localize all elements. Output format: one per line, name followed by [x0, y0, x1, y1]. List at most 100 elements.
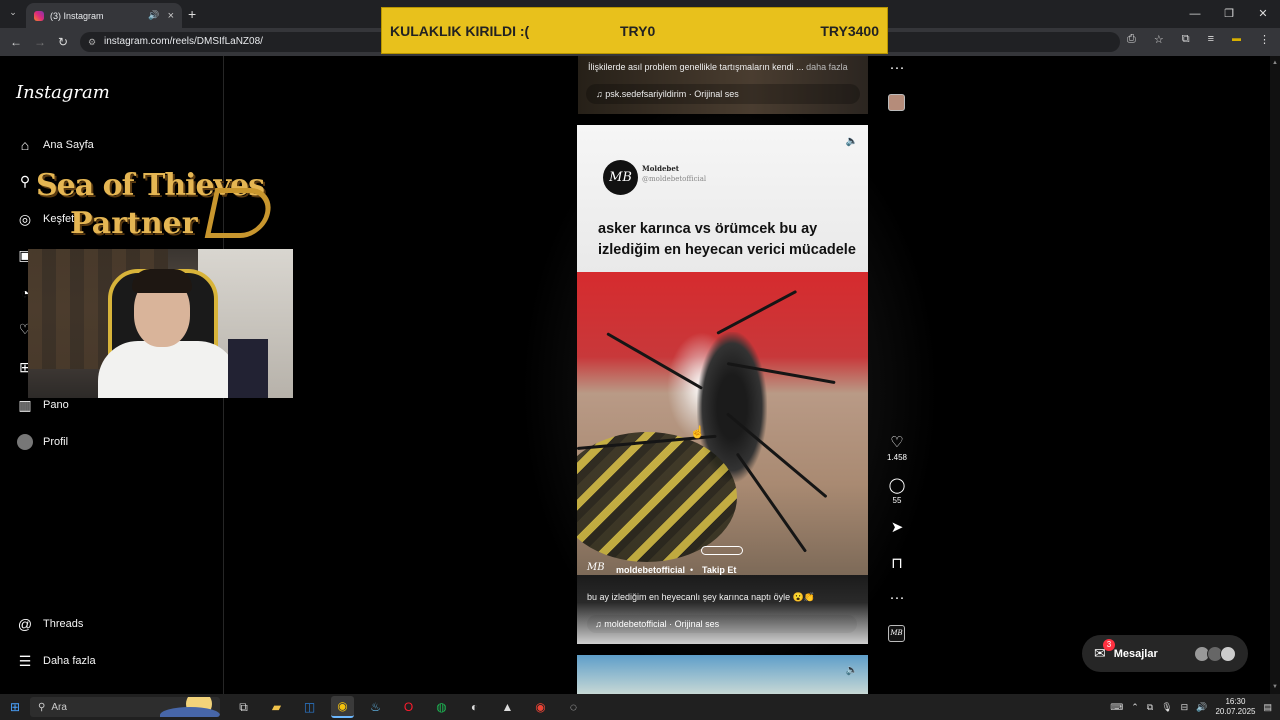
send-icon: ➤: [890, 519, 904, 536]
sidebar-item-dashboard[interactable]: ▥ Pano: [16, 396, 69, 414]
dashboard-icon: ▥: [18, 396, 32, 413]
messages-button[interactable]: ✉ 3 Mesajlar: [1082, 635, 1248, 672]
taskbar-search[interactable]: ⚲ Ara: [30, 697, 220, 717]
video-leg: [716, 289, 798, 335]
close-tab-icon[interactable]: ×: [168, 10, 174, 22]
file-explorer-icon[interactable]: ▰: [265, 696, 288, 718]
more-link[interactable]: daha fazla: [806, 62, 848, 72]
donation-amount-left: TRY0: [620, 22, 656, 39]
playback-indicator[interactable]: [701, 546, 743, 555]
follow-button[interactable]: Takip Et: [702, 565, 736, 575]
mouse-cursor-icon: ☝: [690, 425, 705, 439]
task-view-icon[interactable]: ⧉: [232, 696, 255, 718]
avatar: [17, 434, 33, 450]
sidebar-item-home[interactable]: ⌂ Ana Sayfa: [16, 136, 94, 154]
browser-tab[interactable]: (3) Instagram 🔊 ×: [26, 3, 182, 28]
install-app-icon[interactable]: ⎙: [1127, 33, 1136, 46]
keyboard-icon[interactable]: ⌨: [1110, 702, 1123, 713]
forward-icon[interactable]: →: [34, 35, 46, 49]
comment-button[interactable]: ◯ 55: [882, 477, 912, 506]
bookmark-star-icon[interactable]: ☆: [1154, 33, 1164, 46]
comment-icon: ◯: [888, 477, 906, 494]
donation-message: KULAKLIK KIRILDI :(: [390, 22, 530, 39]
bookmark-icon: ⊓: [891, 555, 903, 572]
messenger-icon: ✉ 3: [1094, 639, 1115, 662]
obs-icon[interactable]: ◐: [463, 696, 486, 718]
partner-logo-line2: Partner: [70, 206, 198, 241]
taskbar-search-placeholder: Ara: [51, 701, 67, 713]
next-volume-icon[interactable]: 🔈: [846, 665, 858, 676]
tab-list-icon[interactable]: ⌄: [6, 7, 20, 21]
notifications-icon[interactable]: ▤: [1263, 702, 1272, 713]
menu-icon: ☰: [18, 652, 32, 669]
reel-caption[interactable]: bu ay izlediğim en heyecanlı şey karınca…: [587, 592, 815, 603]
opera-icon[interactable]: O: [397, 696, 420, 718]
back-icon[interactable]: ←: [10, 35, 22, 49]
more-icon: ···: [889, 589, 905, 606]
clock-time: 16:30: [1225, 697, 1246, 706]
threads-icon: @: [17, 616, 33, 632]
reel-author-username[interactable]: moldebetofficial: [616, 565, 685, 575]
extensions-icon[interactable]: ⧉: [1182, 33, 1190, 46]
outlook-icon[interactable]: ◫: [298, 696, 321, 718]
next-reel[interactable]: 🔈: [577, 655, 868, 694]
scroll-up-icon[interactable]: ▲: [1272, 60, 1278, 66]
more-icon: ···: [889, 59, 905, 76]
reel-author-avatar[interactable]: MB: [587, 562, 607, 578]
chrome-profile-icon[interactable]: ◉: [529, 696, 552, 718]
steam-icon[interactable]: ♨: [364, 696, 387, 718]
chrome-icon[interactable]: ◉: [331, 696, 354, 718]
page-scrollbar[interactable]: ▲ ▼: [1270, 56, 1280, 694]
windows-start-icon[interactable]: ⊞: [0, 700, 30, 714]
extension-badge-icon[interactable]: ▬: [1232, 33, 1241, 46]
reel-audio[interactable]: ♫ moldebetofficial · Orijinal ses: [595, 619, 719, 629]
previous-reel-audio[interactable]: ♫ psk.sedefsariyildirim · Orijinal ses: [596, 89, 739, 99]
browser-menu-icon[interactable]: ⋮: [1259, 33, 1270, 46]
sidebar-item-threads[interactable]: @ Threads: [16, 615, 83, 633]
reel-source-avatar: MB: [603, 160, 638, 195]
spotify-icon[interactable]: ◍: [430, 696, 453, 718]
reload-icon[interactable]: ↻: [58, 35, 68, 49]
reel-audio-text: moldebetofficial · Orijinal ses: [604, 619, 720, 629]
share-button[interactable]: ➤: [882, 520, 912, 536]
app-icon[interactable]: ▲: [496, 696, 519, 718]
sidebar-item-more[interactable]: ☰ Daha fazla: [16, 652, 96, 670]
speaker-icon[interactable]: 🔊: [1196, 702, 1207, 713]
save-button[interactable]: ⊓: [882, 556, 912, 572]
prev-more-button[interactable]: ···: [882, 60, 912, 76]
sidebar-item-profile[interactable]: Profil: [16, 433, 68, 451]
volume-icon[interactable]: 🔈: [846, 136, 858, 147]
site-info-icon[interactable]: ⚙: [88, 32, 96, 52]
app-icon-2[interactable]: ◌: [562, 696, 585, 718]
like-button[interactable]: ♡ 1.458: [882, 435, 912, 463]
search-highlight-hill: [160, 707, 220, 717]
toolbar-actions: ⎙ ☆ ⧉ ≡ ▬ ⋮: [1127, 33, 1270, 46]
tray-app-icon[interactable]: ⧉: [1147, 702, 1153, 713]
instagram-logo[interactable]: Instagram: [16, 82, 110, 103]
scroll-down-icon[interactable]: ▼: [1272, 684, 1278, 690]
tab-audio-icon[interactable]: 🔊: [148, 10, 159, 21]
tray-expand-icon[interactable]: ⌃: [1131, 702, 1139, 713]
home-icon: ⌂: [20, 137, 30, 153]
previous-reel[interactable]: İlişkilerde asıl problem genellikle tart…: [578, 56, 868, 114]
sidebar-item-label: Ana Sayfa: [43, 139, 94, 151]
reel-video[interactable]: MB Moldebet @moldebetofficial asker karı…: [577, 125, 868, 644]
reel-source-handle: @moldebetofficial: [642, 175, 707, 183]
new-tab-button[interactable]: +: [188, 6, 196, 22]
clock[interactable]: 16:30 20.07.2025: [1215, 697, 1255, 717]
streamer-body: [98, 341, 238, 398]
network-icon[interactable]: ⊟: [1181, 702, 1189, 713]
clock-date: 20.07.2025: [1215, 707, 1256, 716]
microphone-icon[interactable]: 🎙: [1161, 702, 1172, 713]
audio-thumbnail[interactable]: MB: [888, 625, 905, 642]
reel-headline: asker karınca vs örümcek bu ay izlediğim…: [598, 221, 856, 258]
donation-banner: KULAKLIK KIRILDI :( TRY0 TRY3400: [381, 7, 888, 54]
restore-button[interactable]: ❐: [1212, 0, 1246, 28]
sidebar-item-label: Pano: [43, 399, 69, 411]
sidebar-item-label: Profil: [43, 436, 69, 448]
close-window-button[interactable]: ✕: [1246, 0, 1280, 28]
media-control-icon[interactable]: ≡: [1208, 33, 1214, 46]
minimize-button[interactable]: —: [1178, 0, 1212, 28]
more-button[interactable]: ···: [882, 590, 912, 606]
prev-audio-thumb[interactable]: [888, 94, 905, 111]
